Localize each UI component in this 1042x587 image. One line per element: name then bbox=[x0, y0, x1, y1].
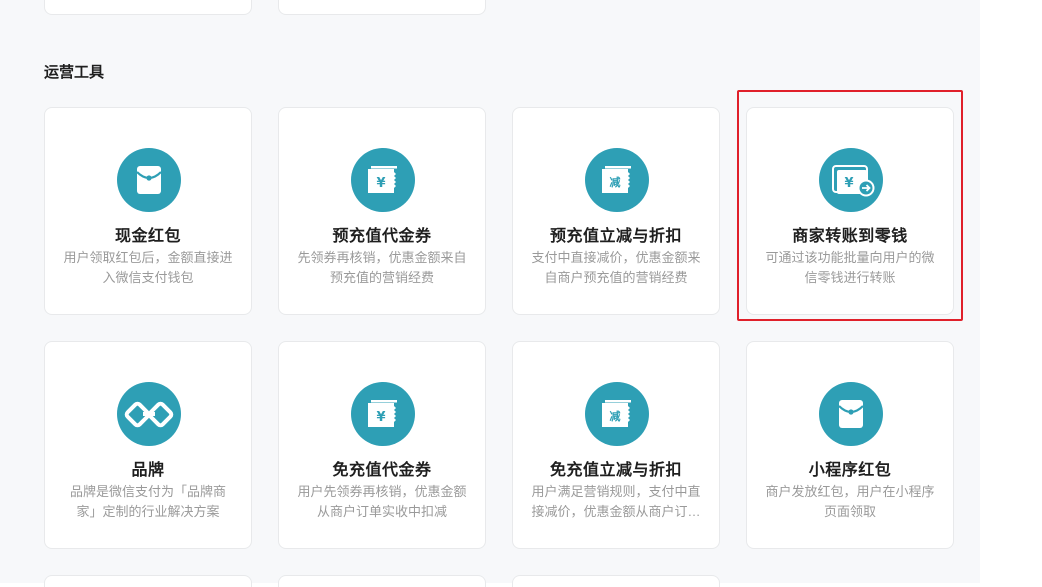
card-miniprogram-red-packet[interactable]: 小程序红包 商户发放红包，用户在小程序页面领取 bbox=[746, 341, 954, 549]
card-partial-bottom-1[interactable] bbox=[44, 575, 252, 587]
card-desc: 支付中直接减价，优惠金额来自商户预充值的营销经费 bbox=[531, 250, 701, 285]
yen-glyph: ¥ bbox=[376, 410, 385, 425]
card-title: 免充值立减与折扣 bbox=[549, 462, 682, 479]
card-desc: 用户领取红包后，金额直接进入微信支付钱包 bbox=[63, 250, 233, 285]
discount-ticket-icon: 减 bbox=[585, 382, 649, 446]
card-cash-red-packet[interactable]: 现金红包 用户领取红包后，金额直接进入微信支付钱包 bbox=[44, 107, 252, 315]
transfer-money-icon: ¥ bbox=[819, 148, 883, 212]
card-title: 免充值代金券 bbox=[332, 462, 432, 479]
red-envelope-icon bbox=[117, 148, 181, 212]
discount-ticket-icon: 减 bbox=[585, 148, 649, 212]
card-title: 预充值立减与折扣 bbox=[549, 228, 682, 245]
card-partial-bottom-2[interactable] bbox=[278, 575, 486, 587]
card-title: 品牌 bbox=[131, 462, 165, 479]
card-partial-bottom-3[interactable] bbox=[512, 575, 720, 587]
discount-glyph: 减 bbox=[610, 175, 621, 189]
card-title: 小程序红包 bbox=[808, 462, 892, 479]
discount-glyph: 减 bbox=[610, 409, 621, 423]
card-desc: 用户满足营销规则，支付中直接减价，优惠金额从商户订单实收中扣减 bbox=[531, 484, 701, 519]
card-free-voucher[interactable]: ¥ 免充值代金券 用户先领券再核销，优惠金额从商户订单实收中扣减 bbox=[278, 341, 486, 549]
yen-glyph: ¥ bbox=[844, 176, 853, 191]
card-brand[interactable]: 品牌 品牌是微信支付为「品牌商家」定制的行业解决方案 bbox=[44, 341, 252, 549]
card-title: 预充值代金券 bbox=[332, 228, 432, 245]
card-desc: 先领券再核销，优惠金额来自预充值的营销经费 bbox=[297, 250, 467, 285]
card-desc: 可通过该功能批量向用户的微信零钱进行转账 bbox=[765, 250, 935, 285]
card-prepaid-voucher[interactable]: ¥ 预充值代金券 先领券再核销，优惠金额来自预充值的营销经费 bbox=[278, 107, 486, 315]
card-free-discount[interactable]: 减 免充值立减与折扣 用户满足营销规则，支付中直接减价，优惠金额从商户订单实收中… bbox=[512, 341, 720, 549]
card-prepaid-discount[interactable]: 减 预充值立减与折扣 支付中直接减价，优惠金额来自商户预充值的营销经费 bbox=[512, 107, 720, 315]
card-desc: 品牌是微信支付为「品牌商家」定制的行业解决方案 bbox=[69, 484, 226, 519]
card-partial-top-1[interactable] bbox=[44, 0, 252, 15]
card-desc: 用户先领券再核销，优惠金额从商户订单实收中扣减 bbox=[297, 484, 467, 519]
card-title: 商家转账到零钱 bbox=[792, 228, 908, 245]
brand-link-icon bbox=[117, 382, 181, 446]
section-title: 运营工具 bbox=[44, 64, 105, 81]
yen-voucher-icon: ¥ bbox=[351, 382, 415, 446]
yen-glyph: ¥ bbox=[376, 176, 385, 191]
card-partial-top-2[interactable] bbox=[278, 0, 486, 15]
card-desc: 商户发放红包，用户在小程序页面领取 bbox=[765, 484, 935, 519]
red-envelope-icon bbox=[819, 382, 883, 446]
yen-voucher-icon: ¥ bbox=[351, 148, 415, 212]
card-title: 现金红包 bbox=[114, 228, 181, 245]
card-merchant-transfer[interactable]: ¥ 商家转账到零钱 可通过该功能批量向用户的微信零钱进行转账 bbox=[746, 107, 954, 315]
